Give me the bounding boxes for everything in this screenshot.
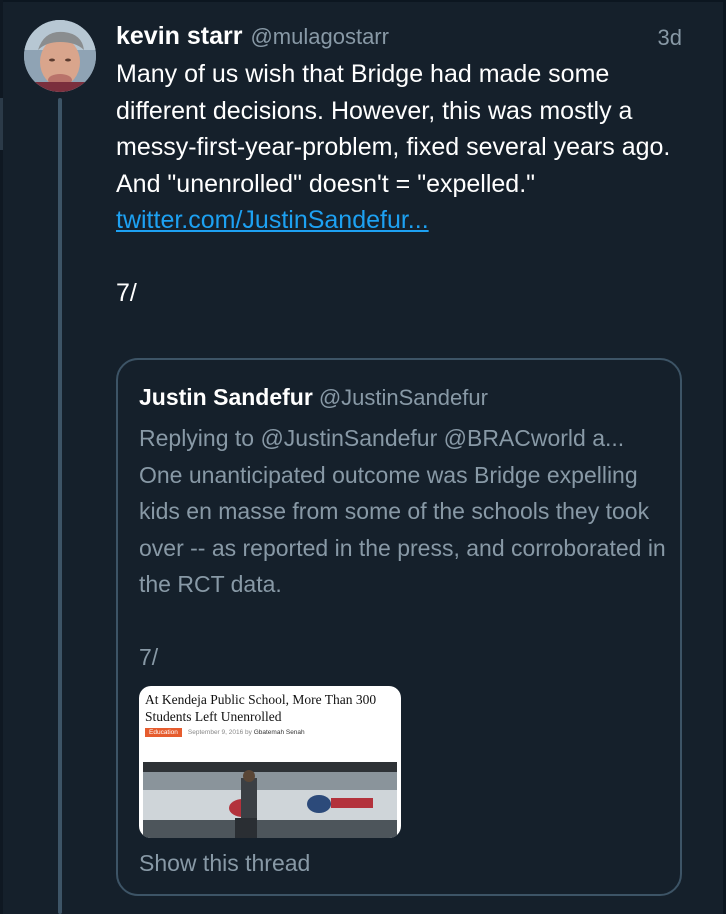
- quoted-user-handle: @JustinSandefur: [318, 385, 488, 410]
- quoted-tweet-header: Justin Sandefur @JustinSandefur: [139, 384, 488, 411]
- top-border: [0, 0, 726, 2]
- article-headline: At Kendeja Public School, More Than 300 …: [145, 692, 377, 724]
- tweet-page: kevin starr @mulagostarr 3d Many of us wi…: [0, 0, 726, 914]
- article-author: Gbatemah Senah: [253, 729, 305, 736]
- quoted-display-name: Justin Sandefur: [139, 384, 313, 410]
- quoted-tweet-numbering: 7/: [139, 643, 159, 670]
- quoted-tweet-text: One unanticipated outcome was Bridge exp…: [139, 461, 666, 598]
- tweet-header: kevin starr @mulagostarr 3d: [116, 22, 686, 56]
- tweet-text: Many of us wish that Bridge had made som…: [116, 60, 671, 198]
- article-date: September 9, 2016 by: [187, 729, 252, 736]
- tweet-numbering: 7/: [116, 278, 137, 307]
- user-handle[interactable]: @mulagostarr: [250, 24, 389, 49]
- tweet-link[interactable]: twitter.com/JustinSandefur...: [116, 206, 429, 234]
- article-thumbnail[interactable]: At Kendeja Public School, More Than 300 …: [139, 686, 401, 838]
- user-avatar-icon: [24, 20, 96, 92]
- school-sign-photo-icon: [143, 762, 397, 838]
- quoted-tweet-card[interactable]: Justin Sandefur @JustinSandefur Replying …: [116, 358, 682, 896]
- left-edge-accent: [0, 98, 3, 150]
- replying-to: Replying to @JustinSandefur @BRACworld a…: [139, 425, 625, 451]
- quoted-tweet-body: Replying to @JustinSandefur @BRACworld a…: [139, 420, 669, 675]
- tweet-timestamp[interactable]: 3d: [658, 25, 682, 51]
- show-thread-link[interactable]: Show this thread: [139, 850, 310, 877]
- article-photo: [143, 762, 397, 838]
- tweet-body: Many of us wish that Bridge had made som…: [116, 56, 696, 311]
- thread-line: [58, 98, 62, 914]
- display-name[interactable]: kevin starr: [116, 22, 242, 50]
- avatar[interactable]: [24, 20, 96, 92]
- article-tag: Education: [145, 728, 182, 737]
- article-meta: Education September 9, 2016 by Gbatemah S…: [145, 728, 305, 739]
